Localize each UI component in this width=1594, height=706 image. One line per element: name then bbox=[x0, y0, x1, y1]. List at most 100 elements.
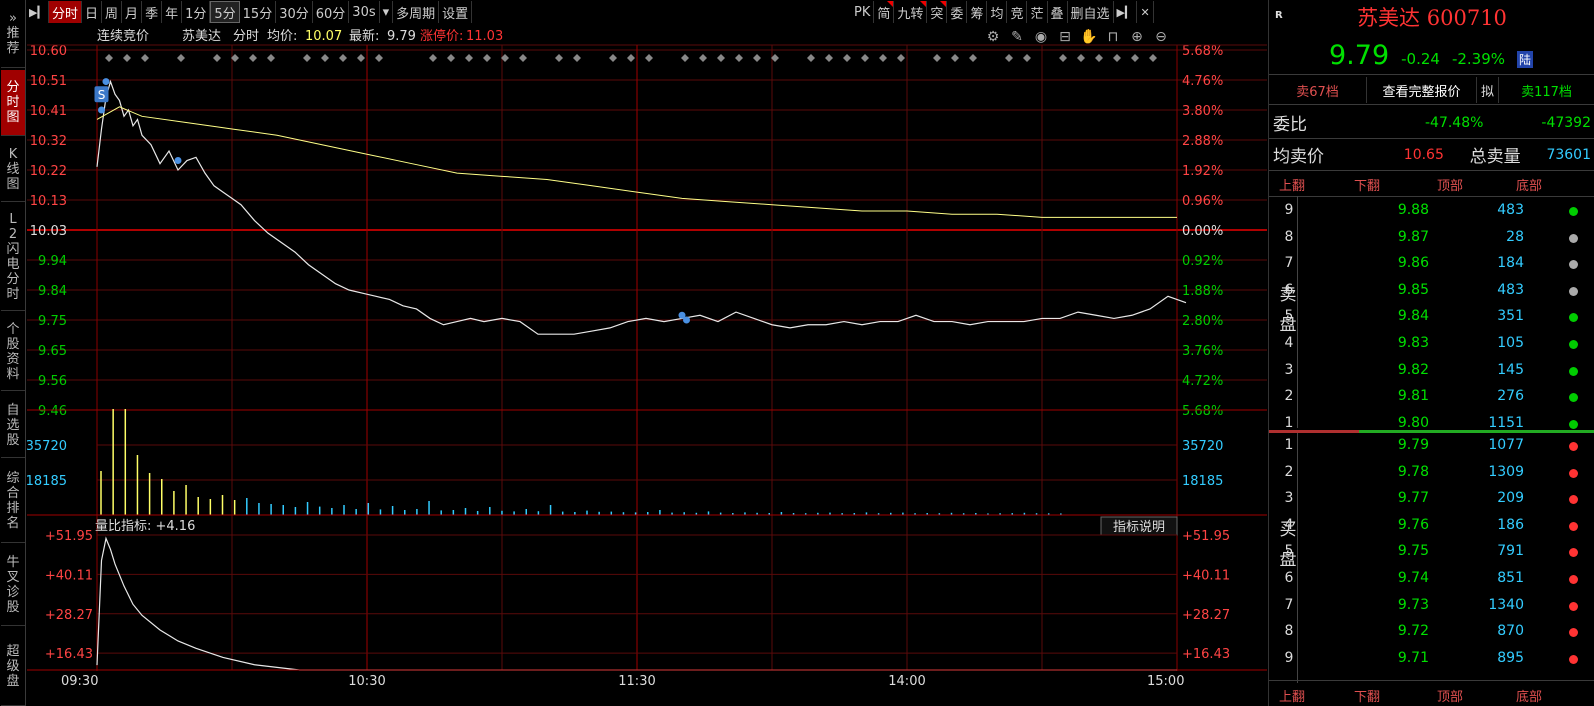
page-down-button-bottom[interactable]: 下翻 bbox=[1354, 686, 1380, 705]
indicator-button-8[interactable]: 茫 bbox=[1027, 1, 1048, 23]
indicator-button-0[interactable]: PK bbox=[851, 1, 875, 23]
buy-level-row[interactable]: 8 9.72 870 bbox=[1269, 619, 1594, 645]
event-marker-icon[interactable] bbox=[339, 54, 347, 62]
period-tab-5[interactable]: 年 bbox=[162, 1, 183, 23]
period-tab-12[interactable]: 多周期 bbox=[393, 1, 440, 23]
event-marker-icon[interactable] bbox=[519, 54, 527, 62]
bottom-button[interactable]: 底部 bbox=[1516, 175, 1542, 194]
event-marker-icon[interactable] bbox=[717, 54, 725, 62]
period-tab-3[interactable]: 月 bbox=[122, 1, 143, 23]
event-marker-icon[interactable] bbox=[843, 54, 851, 62]
event-marker-icon[interactable] bbox=[879, 54, 887, 62]
zoom-out-icon[interactable]: ⊖ bbox=[1155, 29, 1167, 45]
event-marker-icon[interactable] bbox=[1077, 54, 1085, 62]
period-tab-6[interactable]: 1分 bbox=[182, 1, 211, 23]
buy-level-row[interactable]: 6 9.74 851 bbox=[1269, 566, 1594, 592]
event-marker-icon[interactable] bbox=[249, 54, 257, 62]
indicator-button-7[interactable]: 竞 bbox=[1007, 1, 1028, 23]
indicator-button-4[interactable]: 委 bbox=[947, 1, 968, 23]
event-marker-icon[interactable] bbox=[375, 54, 383, 62]
period-tab-2[interactable]: 周 bbox=[102, 1, 123, 23]
event-marker-icon[interactable] bbox=[825, 54, 833, 62]
basket-icon[interactable]: ⊟ bbox=[1059, 29, 1071, 45]
page-up-button[interactable]: 上翻 bbox=[1279, 175, 1305, 194]
gear-icon[interactable]: ⚙ bbox=[987, 29, 1000, 45]
eye-icon[interactable]: ◉ bbox=[1035, 29, 1047, 45]
indicator-button-1[interactable]: 简 bbox=[874, 1, 895, 23]
event-marker-icon[interactable] bbox=[303, 54, 311, 62]
event-marker-icon[interactable] bbox=[1095, 54, 1103, 62]
top-button[interactable]: 顶部 bbox=[1437, 175, 1463, 194]
page-down-button[interactable]: 下翻 bbox=[1354, 175, 1380, 194]
nav-item-5[interactable]: 自选股 bbox=[1, 393, 25, 458]
event-marker-icon[interactable] bbox=[1113, 54, 1121, 62]
event-marker-icon[interactable] bbox=[1149, 54, 1157, 62]
event-marker-icon[interactable] bbox=[555, 54, 563, 62]
page-up-button-bottom[interactable]: 上翻 bbox=[1279, 686, 1305, 705]
event-marker-icon[interactable] bbox=[609, 54, 617, 62]
event-marker-icon[interactable] bbox=[861, 54, 869, 62]
indicator-button-2[interactable]: 九转 bbox=[894, 1, 928, 23]
trade-marker-icon[interactable] bbox=[683, 316, 690, 324]
event-marker-icon[interactable] bbox=[951, 54, 959, 62]
event-marker-icon[interactable] bbox=[969, 54, 977, 62]
event-marker-icon[interactable] bbox=[1059, 54, 1067, 62]
hand-icon[interactable]: ✋ bbox=[1080, 28, 1097, 45]
event-marker-icon[interactable] bbox=[105, 54, 113, 62]
event-marker-icon[interactable] bbox=[123, 54, 131, 62]
buy-level-row[interactable]: 9 9.71 895 bbox=[1269, 646, 1594, 672]
bottom-button-bottom[interactable]: 底部 bbox=[1516, 686, 1542, 705]
toolbar-back-icon[interactable]: ▶▎ bbox=[27, 1, 49, 23]
period-tab-9[interactable]: 30分 bbox=[276, 1, 313, 23]
event-marker-icon[interactable] bbox=[483, 54, 491, 62]
period-tab-1[interactable]: 日 bbox=[82, 1, 103, 23]
sell-level-row[interactable]: 6 9.85 483 bbox=[1269, 278, 1594, 304]
sell-level-row[interactable]: 2 9.81 276 bbox=[1269, 384, 1594, 410]
lock-icon[interactable]: ⊓ bbox=[1108, 29, 1119, 45]
event-marker-icon[interactable] bbox=[753, 54, 761, 62]
tab-sell117[interactable]: 卖117档 bbox=[1499, 77, 1594, 103]
chart-svg[interactable]: 连续竞价 苏美达 分时 均价: 10.07 最新: 9.79 涨停价: 11.03 ⚙ ✎ ◉ ⊟ ✋ ⊓ ⊕… bbox=[27, 25, 1267, 706]
top-button-bottom[interactable]: 顶部 bbox=[1437, 686, 1463, 705]
period-tab-13[interactable]: 设置 bbox=[439, 1, 473, 23]
nav-item-7[interactable]: 牛叉诊股 bbox=[1, 545, 25, 626]
sell-level-row[interactable]: 9 9.88 483 bbox=[1269, 198, 1594, 224]
brush-icon[interactable]: ✎ bbox=[1011, 29, 1023, 45]
period-tab-11[interactable]: 30s bbox=[349, 1, 380, 23]
event-marker-icon[interactable] bbox=[429, 54, 437, 62]
nav-item-0[interactable]: » 推荐 bbox=[1, 0, 25, 68]
event-marker-icon[interactable] bbox=[735, 54, 743, 62]
event-marker-icon[interactable] bbox=[1131, 54, 1139, 62]
event-marker-icon[interactable] bbox=[267, 54, 275, 62]
zoom-in-icon[interactable]: ⊕ bbox=[1131, 29, 1143, 45]
event-marker-icon[interactable] bbox=[213, 54, 221, 62]
trade-marker-icon[interactable] bbox=[102, 78, 110, 86]
period-tab-0[interactable]: 分时 bbox=[49, 1, 83, 23]
sell-level-row[interactable]: 7 9.86 184 bbox=[1269, 251, 1594, 277]
buy-level-row[interactable]: 1 9.79 1077 bbox=[1269, 433, 1594, 459]
intraday-chart[interactable]: 连续竞价 苏美达 分时 均价: 10.07 最新: 9.79 涨停价: 11.03 ⚙ ✎ ◉ ⊟ ✋ ⊓ ⊕… bbox=[27, 25, 1267, 706]
indicator-button-10[interactable]: 删自选 bbox=[1068, 1, 1114, 23]
dropdown-arrow-icon[interactable]: ▾ bbox=[380, 1, 394, 23]
event-marker-icon[interactable] bbox=[627, 54, 635, 62]
buy-level-row[interactable]: 4 9.76 186 bbox=[1269, 513, 1594, 539]
nav-item-8[interactable]: 超级盘 bbox=[1, 628, 25, 706]
collapse-panel-icon[interactable]: ▶▎ bbox=[1114, 1, 1138, 23]
buy-level-row[interactable]: 3 9.77 209 bbox=[1269, 486, 1594, 512]
indicator-button-3[interactable]: 突 bbox=[927, 1, 948, 23]
event-marker-icon[interactable] bbox=[897, 54, 905, 62]
event-marker-icon[interactable] bbox=[681, 54, 689, 62]
event-marker-icon[interactable] bbox=[1023, 54, 1031, 62]
event-marker-icon[interactable] bbox=[141, 54, 149, 62]
sell-level-row[interactable]: 3 9.82 145 bbox=[1269, 358, 1594, 384]
tab-ni[interactable]: 拟 bbox=[1477, 77, 1499, 103]
sell-level-row[interactable]: 5 9.84 351 bbox=[1269, 304, 1594, 330]
event-marker-icon[interactable] bbox=[465, 54, 473, 62]
tab-full-quote[interactable]: 查看完整报价 bbox=[1367, 77, 1477, 103]
buy-level-row[interactable]: 5 9.75 791 bbox=[1269, 539, 1594, 565]
event-marker-icon[interactable] bbox=[699, 54, 707, 62]
event-marker-icon[interactable] bbox=[645, 54, 653, 62]
period-tab-4[interactable]: 季 bbox=[142, 1, 163, 23]
trade-marker-icon[interactable] bbox=[174, 157, 182, 165]
sell-level-row[interactable]: 8 9.87 28 bbox=[1269, 225, 1594, 251]
